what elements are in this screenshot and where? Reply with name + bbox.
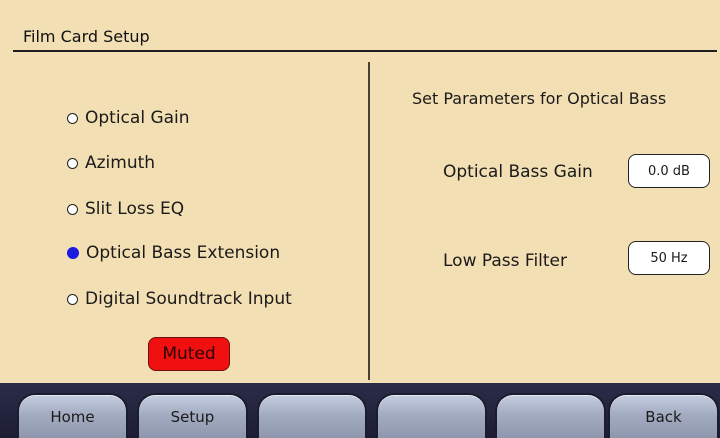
option-label: Optical Gain xyxy=(85,108,190,128)
blank-nav-button-2[interactable] xyxy=(376,393,487,438)
radio-unselected-icon[interactable] xyxy=(67,157,78,169)
blank-nav-button-1[interactable] xyxy=(257,393,367,438)
setup-button[interactable]: Setup xyxy=(137,393,248,438)
option-label: Optical Bass Extension xyxy=(86,243,281,263)
radio-unselected-icon[interactable] xyxy=(67,293,78,305)
parameters-heading: Set Parameters for Optical Bass xyxy=(412,89,667,108)
option-optical-gain[interactable]: Optical Gain xyxy=(67,108,190,128)
optical-bass-gain-field[interactable]: 0.0 dB xyxy=(628,154,710,188)
option-label: Digital Soundtrack Input xyxy=(85,289,292,309)
film-card-setup-screen: Film Card Setup Optical Gain Azimuth Sli… xyxy=(0,0,720,438)
option-label: Slit Loss EQ xyxy=(85,199,185,219)
panel-divider xyxy=(368,62,370,380)
option-slit-loss-eq[interactable]: Slit Loss EQ xyxy=(67,199,184,219)
muted-status-badge[interactable]: Muted xyxy=(148,337,230,371)
blank-nav-button-3[interactable] xyxy=(495,393,606,438)
radio-unselected-icon[interactable] xyxy=(67,112,78,124)
option-digital-soundtrack-input[interactable]: Digital Soundtrack Input xyxy=(67,289,292,309)
page-title: Film Card Setup xyxy=(23,27,150,46)
option-label: Azimuth xyxy=(85,153,156,173)
home-button[interactable]: Home xyxy=(17,393,128,438)
bottom-nav-bar: Home Setup Back xyxy=(0,383,720,438)
low-pass-filter-label: Low Pass Filter xyxy=(443,251,568,271)
optical-bass-gain-label: Optical Bass Gain xyxy=(443,162,593,182)
option-azimuth[interactable]: Azimuth xyxy=(67,153,155,173)
radio-selected-icon[interactable] xyxy=(67,247,79,259)
radio-unselected-icon[interactable] xyxy=(67,203,78,215)
option-optical-bass-extension[interactable]: Optical Bass Extension xyxy=(67,243,280,263)
back-button[interactable]: Back xyxy=(608,393,719,438)
title-divider xyxy=(13,50,717,52)
low-pass-filter-field[interactable]: 50 Hz xyxy=(628,241,710,275)
